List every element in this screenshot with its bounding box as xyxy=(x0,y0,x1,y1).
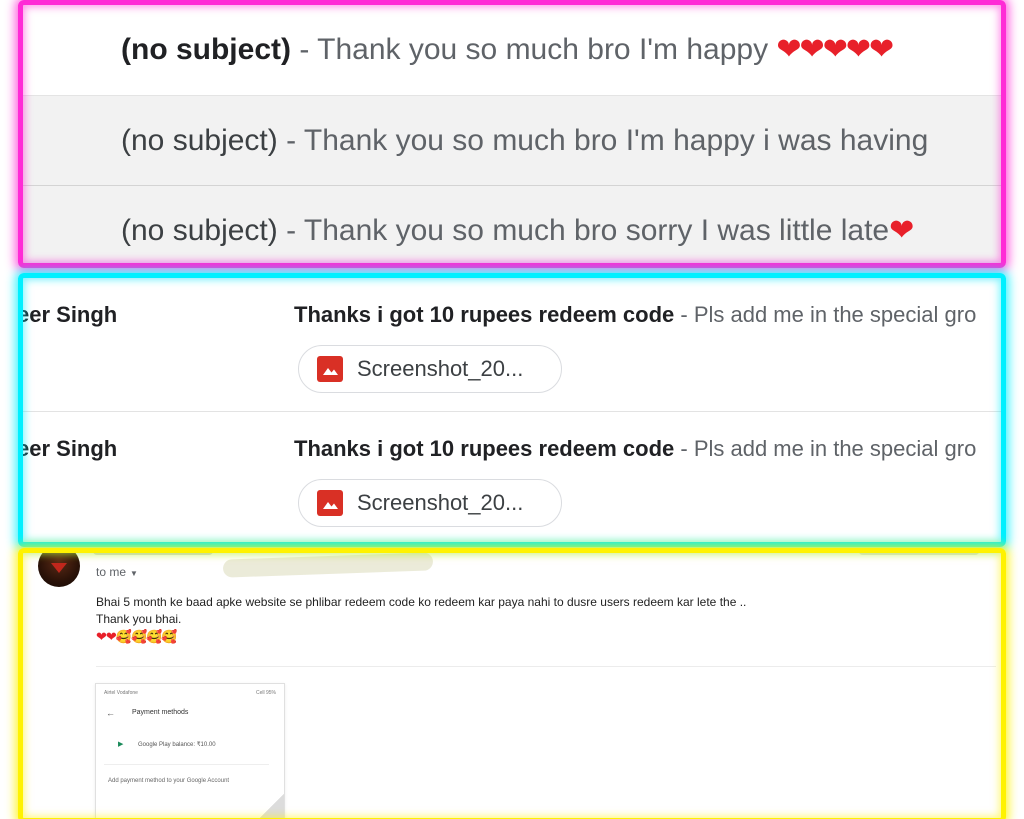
inbox-list: eer Singh Thanks i got 10 rupees redeem … xyxy=(23,278,1001,542)
email-subject: (no subject) xyxy=(121,214,278,247)
redacted-date xyxy=(859,553,979,555)
attachment-name: Screenshot_20... xyxy=(357,356,524,381)
heart-icon: ❤❤🥰🥰🥰🥰 xyxy=(96,629,178,644)
play-icon: ▶ xyxy=(118,741,124,748)
email-summary: Thanks i got 10 rupees redeem code - Pls… xyxy=(294,436,976,462)
email-subject: (no subject) xyxy=(121,124,278,157)
body-line: Thank you bhai. xyxy=(96,612,182,626)
preview-add-method: Add payment method to your Google Accoun… xyxy=(108,778,230,784)
page-curl xyxy=(260,794,284,818)
table-row[interactable]: eer Singh Thanks i got 10 rupees redeem … xyxy=(23,278,1001,411)
email-snippet: Pls add me in the special gro xyxy=(693,436,977,461)
image-icon xyxy=(317,356,343,382)
recipient-label: to me xyxy=(96,565,127,579)
table-row[interactable]: eer Singh Thanks i got 10 rupees redeem … xyxy=(23,411,1001,542)
email-snippet: Pls add me in the special gro xyxy=(693,302,977,327)
email-subject: (no subject) xyxy=(121,33,291,66)
preview-title: Payment methods xyxy=(132,709,189,716)
separator: - xyxy=(277,214,304,247)
attachment-chip[interactable]: Screenshot_20... xyxy=(298,479,562,527)
heart-icon: ❤❤❤❤❤ xyxy=(776,33,894,66)
redaction-smudge xyxy=(222,553,434,578)
sender-name: eer Singh xyxy=(23,302,118,327)
separator: - xyxy=(674,302,694,327)
attachment-thumbnail[interactable]: Airtel Vodafone Cell 95% ← Payment metho… xyxy=(95,683,285,819)
separator: - xyxy=(277,124,304,157)
list-item[interactable]: (no subject) - Thank you so much bro I'm… xyxy=(23,95,1001,185)
screenshot-collage: (no subject) - Thank you so much bro I'm… xyxy=(0,0,1024,819)
redacted-sender xyxy=(93,553,213,555)
sender-name: eer Singh xyxy=(23,436,118,461)
list-item[interactable]: (no subject) - Thank you so much bro I'm… xyxy=(23,5,1001,95)
separator: - xyxy=(291,33,318,66)
divider xyxy=(96,666,996,667)
email-body: Bhai 5 month ke baad apke website se phl… xyxy=(96,594,746,645)
image-icon xyxy=(317,490,343,516)
heart-icon: ❤ xyxy=(889,214,914,247)
email-subject: Thanks i got 10 rupees redeem code xyxy=(294,302,675,327)
status-bar-left: Airtel Vodafone xyxy=(104,690,138,696)
separator: - xyxy=(674,436,694,461)
preview-balance: Google Play balance: ₹10.00 xyxy=(138,742,216,748)
subject-list: (no subject) - Thank you so much bro I'm… xyxy=(23,5,1001,263)
chevron-down-icon: ▼ xyxy=(130,569,138,578)
back-arrow-icon: ← xyxy=(106,708,115,718)
email-subject: Thanks i got 10 rupees redeem code xyxy=(294,436,675,461)
email-view: to me ▼ Bhai 5 month ke baad apke website… xyxy=(23,553,1001,819)
recipient-dropdown[interactable]: to me ▼ xyxy=(96,565,138,579)
status-bar-right: Cell 95% xyxy=(255,690,276,696)
email-snippet: Thank you so much bro sorry I was little… xyxy=(303,214,890,247)
body-line: Bhai 5 month ke baad apke website se phl… xyxy=(96,595,747,609)
email-summary: Thanks i got 10 rupees redeem code - Pls… xyxy=(294,302,976,328)
attachment-name: Screenshot_20... xyxy=(357,490,524,515)
email-snippet: Thank you so much bro I'm happy i was ha… xyxy=(303,124,929,157)
email-snippet: Thank you so much bro I'm happy xyxy=(317,33,777,66)
avatar[interactable] xyxy=(38,553,80,587)
list-item[interactable]: (no subject) - Thank you so much bro sor… xyxy=(23,185,1001,263)
divider xyxy=(104,764,269,765)
attachment-chip[interactable]: Screenshot_20... xyxy=(298,345,562,393)
